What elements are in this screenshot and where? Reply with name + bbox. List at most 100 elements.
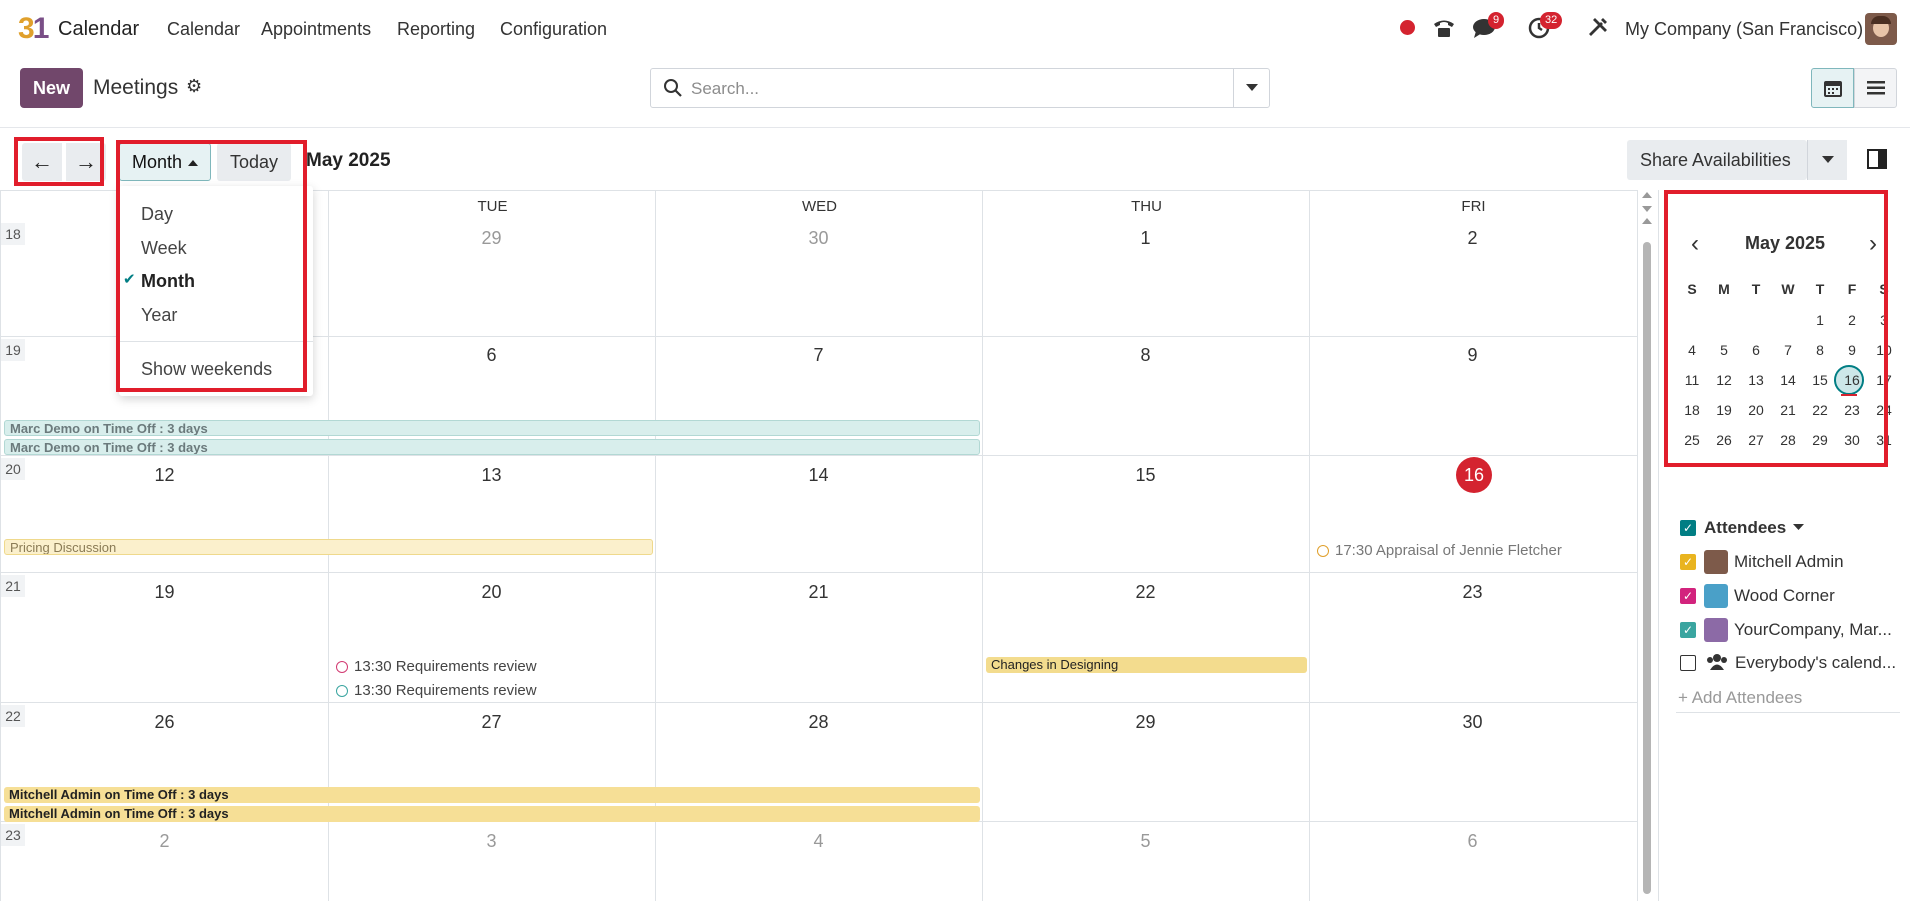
event-pricing-discussion[interactable]: Pricing Discussion (4, 539, 653, 555)
today-button[interactable]: Today (217, 143, 291, 181)
mini-calendar-day[interactable]: 18 (1676, 402, 1708, 418)
share-dropdown-toggle[interactable] (1807, 140, 1847, 180)
gear-icon[interactable]: ⚙ (186, 76, 202, 97)
menu-calendar[interactable]: Calendar (167, 19, 240, 40)
event-requirements-review[interactable]: 13:30 Requirements review (336, 658, 537, 675)
menu-configuration[interactable]: Configuration (500, 19, 607, 40)
day-cell-number[interactable]: 4 (655, 831, 982, 852)
day-cell-number[interactable]: 2 (1, 831, 328, 852)
mini-calendar-day[interactable]: 24 (1868, 402, 1900, 418)
mini-calendar-day[interactable]: 6 (1740, 342, 1772, 358)
mini-calendar-day[interactable]: 30 (1836, 432, 1868, 448)
scale-option-month[interactable]: Month (141, 271, 195, 292)
day-cell-number[interactable]: 21 (655, 582, 982, 603)
app-logo-icon[interactable]: 31 (18, 12, 49, 46)
attendee-checkbox[interactable] (1680, 655, 1696, 671)
mini-calendar-day[interactable]: 3 (1868, 312, 1900, 328)
mini-calendar-day[interactable]: 5 (1708, 342, 1740, 358)
event-mitchell-time-off[interactable]: Mitchell Admin on Time Off : 3 days (4, 806, 980, 822)
add-attendees-input[interactable]: + Add Attendees (1678, 688, 1802, 708)
show-weekends-toggle[interactable]: Show weekends (141, 359, 272, 380)
day-cell-number[interactable]: 14 (655, 465, 982, 486)
event-mitchell-time-off[interactable]: Mitchell Admin on Time Off : 3 days (4, 787, 980, 803)
company-switcher[interactable]: My Company (San Francisco) (1625, 19, 1863, 40)
mini-calendar-day[interactable]: 14 (1772, 372, 1804, 388)
day-cell-number[interactable]: 6 (328, 345, 655, 366)
mini-calendar-day[interactable]: 15 (1804, 372, 1836, 388)
scale-option-year[interactable]: Year (141, 305, 177, 326)
scale-option-week[interactable]: Week (141, 238, 187, 259)
mini-calendar-day[interactable]: 17 (1868, 372, 1900, 388)
next-button[interactable]: → (66, 143, 106, 181)
calendar-view-button[interactable] (1811, 68, 1854, 108)
event-marc-time-off[interactable]: Marc Demo on Time Off : 3 days (4, 439, 980, 455)
mini-calendar-day[interactable]: 8 (1804, 342, 1836, 358)
scrollbar-thumb[interactable] (1643, 242, 1651, 894)
mini-calendar-day[interactable]: 21 (1772, 402, 1804, 418)
today-day-number[interactable]: 16 (1456, 457, 1492, 493)
day-cell-number[interactable]: 15 (982, 465, 1309, 486)
search-input[interactable]: Search... (691, 79, 759, 99)
day-cell-number[interactable]: 12 (1, 465, 328, 486)
day-cell-number[interactable]: 9 (1309, 345, 1636, 366)
mini-calendar-day[interactable]: 11 (1676, 372, 1708, 388)
day-cell-number[interactable]: 1 (982, 228, 1309, 249)
day-cell-number[interactable]: 20 (328, 582, 655, 603)
mini-calendar-day[interactable]: 26 (1708, 432, 1740, 448)
mini-calendar-day[interactable]: 23 (1836, 402, 1868, 418)
mini-calendar-day[interactable]: 12 (1708, 372, 1740, 388)
mini-calendar-day[interactable]: 10 (1868, 342, 1900, 358)
calendar-scrollbar[interactable] (1640, 190, 1654, 901)
phone-icon[interactable] (1432, 17, 1456, 39)
day-cell-number[interactable]: 28 (655, 712, 982, 733)
scale-dropdown-button[interactable]: Month (119, 143, 211, 181)
search-bar[interactable]: Search... (650, 68, 1270, 108)
mini-calendar-day[interactable]: 19 (1708, 402, 1740, 418)
user-avatar[interactable] (1865, 13, 1897, 45)
day-cell-number[interactable]: 29 (982, 712, 1309, 733)
event-changes-in-designing[interactable]: Changes in Designing (986, 657, 1307, 673)
mini-calendar-day[interactable]: 2 (1836, 312, 1868, 328)
new-button[interactable]: New (20, 68, 83, 108)
day-cell-number[interactable]: 27 (328, 712, 655, 733)
day-cell-number[interactable]: 5 (982, 831, 1309, 852)
day-cell-number[interactable]: 6 (1309, 831, 1636, 852)
attendees-header[interactable]: Attendees (1704, 518, 1786, 538)
day-cell-number[interactable]: 23 (1309, 582, 1636, 603)
caret-down-icon[interactable] (1793, 524, 1804, 531)
day-cell-number[interactable]: 19 (1, 582, 328, 603)
attendee-checkbox[interactable]: ✓ (1680, 554, 1696, 570)
day-cell-number[interactable]: 7 (655, 345, 982, 366)
mini-calendar-day[interactable]: 20 (1740, 402, 1772, 418)
event-appraisal[interactable]: 17:30 Appraisal of Jennie Fletcher (1317, 542, 1562, 559)
event-requirements-review[interactable]: 13:30 Requirements review (336, 682, 537, 699)
list-view-button[interactable] (1854, 68, 1897, 108)
side-panel-toggle-icon[interactable] (1866, 148, 1888, 170)
mini-calendar-day[interactable]: 27 (1740, 432, 1772, 448)
mini-calendar-day[interactable]: 9 (1836, 342, 1868, 358)
mini-calendar-next-button[interactable]: › (1869, 230, 1877, 258)
mini-calendar-day[interactable]: 4 (1676, 342, 1708, 358)
previous-button[interactable]: ← (22, 143, 62, 181)
day-cell-number[interactable]: 26 (1, 712, 328, 733)
attendees-select-all-checkbox[interactable]: ✓ (1680, 520, 1696, 536)
search-options-toggle[interactable] (1233, 69, 1269, 107)
day-cell-number[interactable]: 30 (1309, 712, 1636, 733)
attendee-checkbox[interactable]: ✓ (1680, 622, 1696, 638)
event-marc-time-off[interactable]: Marc Demo on Time Off : 3 days (4, 420, 980, 436)
menu-appointments[interactable]: Appointments (261, 19, 371, 40)
menu-reporting[interactable]: Reporting (397, 19, 475, 40)
day-cell-number[interactable]: 8 (982, 345, 1309, 366)
debug-tools-icon[interactable] (1587, 16, 1609, 38)
mini-calendar-day[interactable]: 16 (1836, 372, 1868, 388)
app-name[interactable]: Calendar (58, 18, 139, 41)
mini-calendar-day[interactable]: 1 (1804, 312, 1836, 328)
scale-option-day[interactable]: Day (141, 204, 173, 225)
day-cell-number[interactable]: 3 (328, 831, 655, 852)
mini-calendar-day[interactable]: 7 (1772, 342, 1804, 358)
mini-calendar-day[interactable]: 31 (1868, 432, 1900, 448)
mini-calendar-day[interactable]: 28 (1772, 432, 1804, 448)
day-cell-number[interactable]: 30 (655, 228, 982, 249)
day-cell-number[interactable]: 13 (328, 465, 655, 486)
day-cell-number[interactable]: 22 (982, 582, 1309, 603)
